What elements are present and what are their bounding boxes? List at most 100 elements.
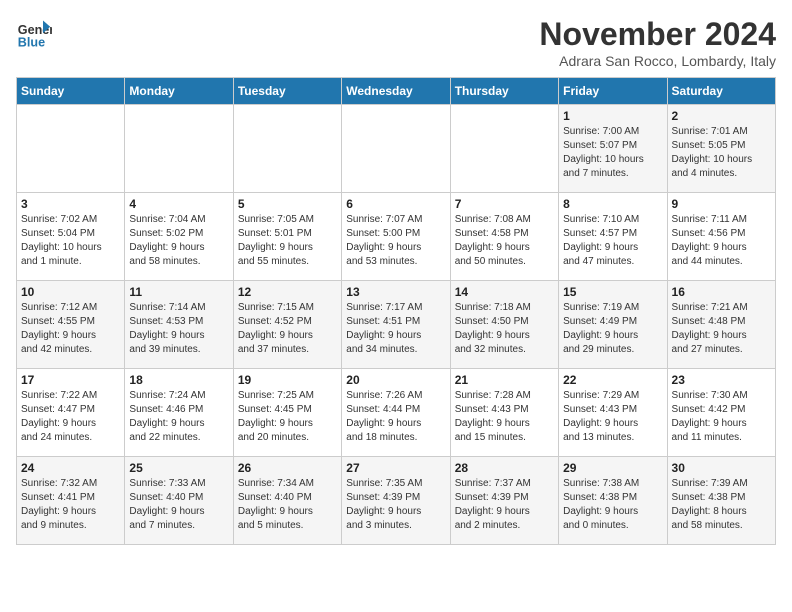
calendar-cell: 25Sunrise: 7:33 AM Sunset: 4:40 PM Dayli… <box>125 457 233 545</box>
day-info: Sunrise: 7:35 AM Sunset: 4:39 PM Dayligh… <box>346 477 445 533</box>
calendar-week-2: 3 Sunrise: 7:02 AM Sunset: 5:04 PM Daylig… <box>17 193 776 281</box>
day-number: 26 <box>238 461 337 475</box>
weekday-header-thursday: Thursday <box>450 78 558 105</box>
calendar-cell: 5Sunrise: 7:05 AM Sunset: 5:01 PM Daylig… <box>233 193 341 281</box>
calendar-cell: 8Sunrise: 7:10 AM Sunset: 4:57 PM Daylig… <box>559 193 667 281</box>
day-number: 20 <box>346 373 445 387</box>
calendar-cell: 29 Sunrise: 7:38 AM Sunset: 4:38 PM Dayli… <box>559 457 667 545</box>
calendar-week-5: 24Sunrise: 7:32 AM Sunset: 4:41 PM Dayli… <box>17 457 776 545</box>
calendar-cell <box>342 105 450 193</box>
day-number: 25 <box>129 461 228 475</box>
day-number: 29 <box>563 461 662 475</box>
day-number: 17 <box>21 373 120 387</box>
day-info: Sunrise: 7:01 AM Sunset: 5:05 PM Dayligh… <box>672 125 771 181</box>
day-info: Sunrise: 7:37 AM Sunset: 4:39 PM Dayligh… <box>455 477 554 533</box>
day-number: 12 <box>238 285 337 299</box>
calendar-cell: 11 Sunrise: 7:14 AM Sunset: 4:53 PM Dayli… <box>125 281 233 369</box>
day-info: Sunrise: 7:00 AM Sunset: 5:07 PM Dayligh… <box>563 125 662 181</box>
day-info: Sunrise: 7:28 AM Sunset: 4:43 PM Dayligh… <box>455 389 554 445</box>
day-number: 23 <box>672 373 771 387</box>
calendar-cell <box>233 105 341 193</box>
calendar-cell: 15Sunrise: 7:19 AM Sunset: 4:49 PM Dayli… <box>559 281 667 369</box>
calendar-cell: 26 Sunrise: 7:34 AM Sunset: 4:40 PM Dayli… <box>233 457 341 545</box>
calendar-body: 1 Sunrise: 7:00 AM Sunset: 5:07 PM Daylig… <box>17 105 776 545</box>
day-info: Sunrise: 7:15 AM Sunset: 4:52 PM Dayligh… <box>238 301 337 357</box>
day-number: 1 <box>563 109 662 123</box>
logo: General Blue <box>16 16 52 52</box>
calendar-cell: 9 Sunrise: 7:11 AM Sunset: 4:56 PM Daylig… <box>667 193 775 281</box>
weekday-row: SundayMondayTuesdayWednesdayThursdayFrid… <box>17 78 776 105</box>
day-number: 7 <box>455 197 554 211</box>
weekday-header-wednesday: Wednesday <box>342 78 450 105</box>
weekday-header-saturday: Saturday <box>667 78 775 105</box>
calendar-cell: 6 Sunrise: 7:07 AM Sunset: 5:00 PM Daylig… <box>342 193 450 281</box>
day-info: Sunrise: 7:19 AM Sunset: 4:49 PM Dayligh… <box>563 301 662 357</box>
day-number: 11 <box>129 285 228 299</box>
day-info: Sunrise: 7:21 AM Sunset: 4:48 PM Dayligh… <box>672 301 771 357</box>
calendar-cell: 24Sunrise: 7:32 AM Sunset: 4:41 PM Dayli… <box>17 457 125 545</box>
day-number: 3 <box>21 197 120 211</box>
weekday-header-sunday: Sunday <box>17 78 125 105</box>
page-header: General Blue November 2024 Adrara San Ro… <box>16 16 776 69</box>
day-number: 2 <box>672 109 771 123</box>
day-number: 16 <box>672 285 771 299</box>
logo-icon: General Blue <box>16 16 52 52</box>
day-number: 14 <box>455 285 554 299</box>
day-number: 8 <box>563 197 662 211</box>
day-number: 19 <box>238 373 337 387</box>
day-info: Sunrise: 7:02 AM Sunset: 5:04 PM Dayligh… <box>21 213 120 269</box>
day-info: Sunrise: 7:12 AM Sunset: 4:55 PM Dayligh… <box>21 301 120 357</box>
day-number: 28 <box>455 461 554 475</box>
calendar-cell: 19 Sunrise: 7:25 AM Sunset: 4:45 PM Dayli… <box>233 369 341 457</box>
calendar-cell: 28 Sunrise: 7:37 AM Sunset: 4:39 PM Dayli… <box>450 457 558 545</box>
calendar-cell: 12 Sunrise: 7:15 AM Sunset: 4:52 PM Dayli… <box>233 281 341 369</box>
calendar-cell: 16 Sunrise: 7:21 AM Sunset: 4:48 PM Dayli… <box>667 281 775 369</box>
day-number: 27 <box>346 461 445 475</box>
day-info: Sunrise: 7:17 AM Sunset: 4:51 PM Dayligh… <box>346 301 445 357</box>
location-subtitle: Adrara San Rocco, Lombardy, Italy <box>539 53 776 69</box>
weekday-header-friday: Friday <box>559 78 667 105</box>
month-title: November 2024 <box>539 16 776 53</box>
calendar-cell: 22 Sunrise: 7:29 AM Sunset: 4:43 PM Dayli… <box>559 369 667 457</box>
day-number: 22 <box>563 373 662 387</box>
day-info: Sunrise: 7:29 AM Sunset: 4:43 PM Dayligh… <box>563 389 662 445</box>
calendar-cell <box>125 105 233 193</box>
calendar-cell: 3 Sunrise: 7:02 AM Sunset: 5:04 PM Daylig… <box>17 193 125 281</box>
calendar-cell: 1 Sunrise: 7:00 AM Sunset: 5:07 PM Daylig… <box>559 105 667 193</box>
day-number: 13 <box>346 285 445 299</box>
calendar-cell: 10 Sunrise: 7:12 AM Sunset: 4:55 PM Dayli… <box>17 281 125 369</box>
day-info: Sunrise: 7:24 AM Sunset: 4:46 PM Dayligh… <box>129 389 228 445</box>
calendar-week-4: 17Sunrise: 7:22 AM Sunset: 4:47 PM Dayli… <box>17 369 776 457</box>
day-number: 10 <box>21 285 120 299</box>
day-info: Sunrise: 7:14 AM Sunset: 4:53 PM Dayligh… <box>129 301 228 357</box>
day-info: Sunrise: 7:26 AM Sunset: 4:44 PM Dayligh… <box>346 389 445 445</box>
day-info: Sunrise: 7:08 AM Sunset: 4:58 PM Dayligh… <box>455 213 554 269</box>
calendar-week-1: 1 Sunrise: 7:00 AM Sunset: 5:07 PM Daylig… <box>17 105 776 193</box>
calendar-cell: 27 Sunrise: 7:35 AM Sunset: 4:39 PM Dayli… <box>342 457 450 545</box>
day-number: 30 <box>672 461 771 475</box>
calendar-cell: 4Sunrise: 7:04 AM Sunset: 5:02 PM Daylig… <box>125 193 233 281</box>
calendar-cell <box>450 105 558 193</box>
calendar-cell: 7 Sunrise: 7:08 AM Sunset: 4:58 PM Daylig… <box>450 193 558 281</box>
calendar-week-3: 10 Sunrise: 7:12 AM Sunset: 4:55 PM Dayli… <box>17 281 776 369</box>
day-info: Sunrise: 7:34 AM Sunset: 4:40 PM Dayligh… <box>238 477 337 533</box>
calendar-cell: 30Sunrise: 7:39 AM Sunset: 4:38 PM Dayli… <box>667 457 775 545</box>
day-number: 6 <box>346 197 445 211</box>
calendar-cell <box>17 105 125 193</box>
day-info: Sunrise: 7:07 AM Sunset: 5:00 PM Dayligh… <box>346 213 445 269</box>
day-info: Sunrise: 7:38 AM Sunset: 4:38 PM Dayligh… <box>563 477 662 533</box>
day-info: Sunrise: 7:11 AM Sunset: 4:56 PM Dayligh… <box>672 213 771 269</box>
day-info: Sunrise: 7:25 AM Sunset: 4:45 PM Dayligh… <box>238 389 337 445</box>
calendar-header: SundayMondayTuesdayWednesdayThursdayFrid… <box>17 78 776 105</box>
calendar-cell: 23 Sunrise: 7:30 AM Sunset: 4:42 PM Dayli… <box>667 369 775 457</box>
day-number: 21 <box>455 373 554 387</box>
day-info: Sunrise: 7:32 AM Sunset: 4:41 PM Dayligh… <box>21 477 120 533</box>
day-number: 18 <box>129 373 228 387</box>
day-number: 9 <box>672 197 771 211</box>
calendar-cell: 17Sunrise: 7:22 AM Sunset: 4:47 PM Dayli… <box>17 369 125 457</box>
calendar-cell: 2 Sunrise: 7:01 AM Sunset: 5:05 PM Daylig… <box>667 105 775 193</box>
calendar-table: SundayMondayTuesdayWednesdayThursdayFrid… <box>16 77 776 545</box>
title-block: November 2024 Adrara San Rocco, Lombardy… <box>539 16 776 69</box>
day-info: Sunrise: 7:30 AM Sunset: 4:42 PM Dayligh… <box>672 389 771 445</box>
day-info: Sunrise: 7:04 AM Sunset: 5:02 PM Dayligh… <box>129 213 228 269</box>
